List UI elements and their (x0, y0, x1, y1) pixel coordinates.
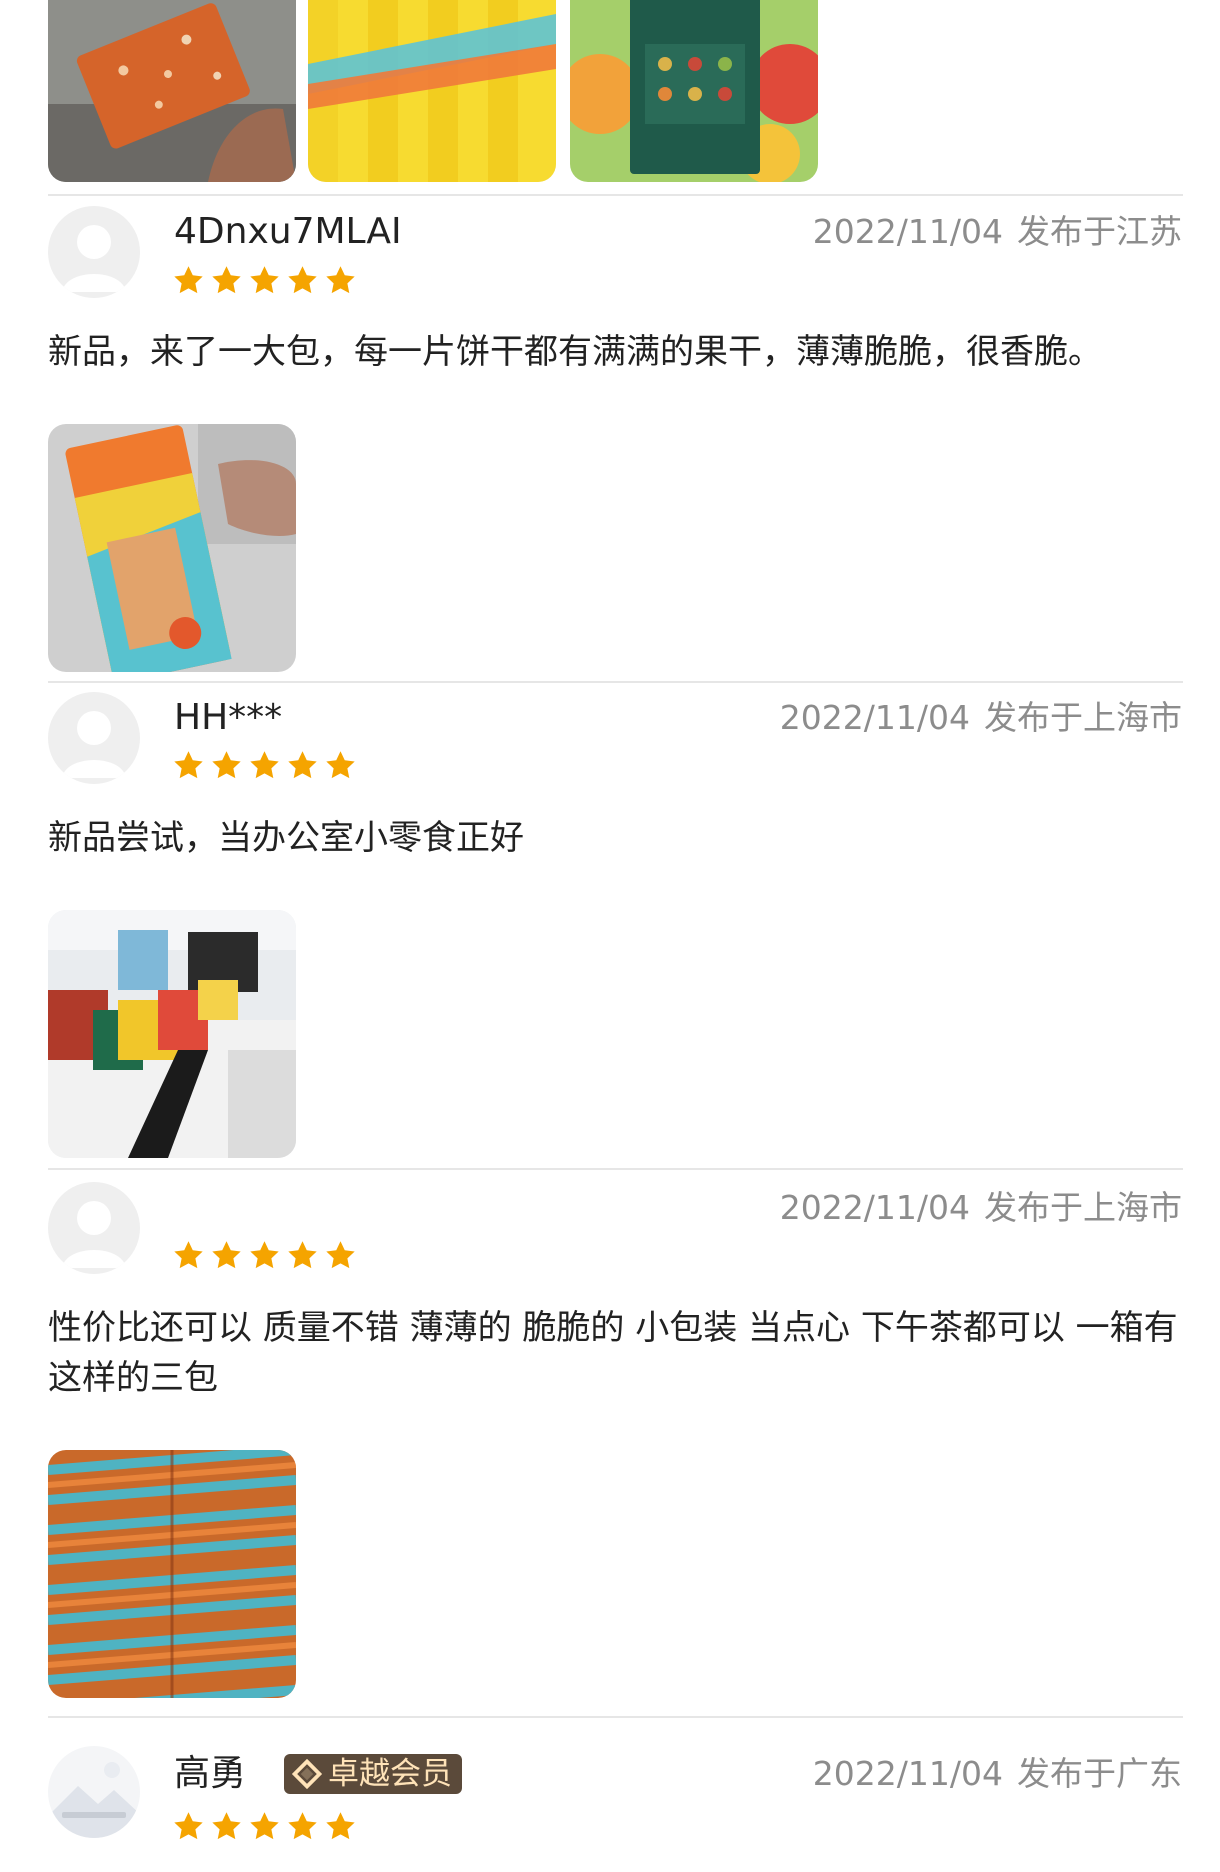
star-icon (286, 264, 319, 297)
avatar[interactable] (48, 1182, 140, 1274)
user-avatar-image (48, 1746, 140, 1838)
avatar[interactable] (48, 206, 140, 298)
star-icon (286, 749, 319, 782)
review-text: 新品尝试，当办公室小零食正好 (48, 818, 524, 858)
review-date: 2022/11/04 (779, 698, 970, 737)
star-rating (172, 749, 357, 782)
photo-office-snacks (48, 910, 296, 1158)
review-location: 发布于上海市 (984, 1188, 1182, 1227)
review-username[interactable]: 4Dnxu7MLAI (174, 210, 402, 254)
review-divider (48, 1168, 1183, 1170)
review-location: 发布于广东 (1017, 1754, 1182, 1793)
review-list: 4Dnxu7MLAI 2022/11/04 发布于江苏 新品，来了一大包，每一片饼… (0, 0, 1220, 1872)
review-photo-gift-box[interactable] (570, 0, 818, 182)
review-meta: 2022/11/04 发布于上海市 (780, 1186, 1182, 1230)
review-meta: 2022/11/04 发布于江苏 (813, 210, 1182, 254)
review-date: 2022/11/04 (812, 1754, 1003, 1793)
star-icon (248, 1810, 281, 1843)
default-avatar-icon (48, 692, 140, 784)
star-icon (248, 1239, 281, 1272)
star-icon (286, 1239, 319, 1272)
default-avatar-icon (48, 206, 140, 298)
default-avatar-icon (48, 1182, 140, 1274)
star-rating (172, 1239, 357, 1272)
review-username[interactable]: HH*** (174, 696, 282, 740)
star-icon (324, 1810, 357, 1843)
photo-biscuit-package (48, 424, 296, 672)
star-icon (172, 1239, 205, 1272)
diamond-icon (292, 1759, 322, 1789)
star-icon (172, 749, 205, 782)
review-divider (48, 194, 1183, 196)
review-photo-yellow-packets[interactable] (308, 0, 556, 182)
review-location: 发布于上海市 (984, 698, 1182, 737)
star-icon (210, 1810, 243, 1843)
review-meta: 2022/11/04 发布于广东 (813, 1752, 1182, 1796)
avatar[interactable] (48, 1746, 140, 1838)
member-badge: 卓越会员 (284, 1754, 462, 1794)
star-icon (324, 749, 357, 782)
star-rating (172, 264, 357, 297)
review-text: 新品，来了一大包，每一片饼干都有满满的果干，薄薄脆脆，很香脆。 (48, 332, 1102, 372)
review-divider (48, 1716, 1183, 1718)
review-location: 发布于江苏 (1017, 212, 1182, 251)
review-date: 2022/11/04 (812, 212, 1003, 251)
review-photo[interactable] (48, 1450, 296, 1698)
photo-packets-pile (48, 1450, 296, 1698)
review-photo[interactable] (48, 424, 296, 672)
star-icon (210, 264, 243, 297)
review-divider (48, 681, 1183, 683)
review-photo[interactable] (48, 910, 296, 1158)
star-icon (210, 1239, 243, 1272)
photo-gift-box (570, 0, 818, 182)
review-date: 2022/11/04 (779, 1188, 970, 1227)
photo-biscuit-in-hand (48, 0, 296, 182)
review-username[interactable]: 高勇 (174, 1752, 246, 1796)
star-icon (324, 1239, 357, 1272)
review-text: 性价比还可以 质量不错 薄薄的 脆脆的 小包装 当点心 下午茶都可以 一箱有这样… (48, 1308, 1178, 1398)
star-icon (248, 749, 281, 782)
member-badge-label: 卓越会员 (328, 1756, 452, 1792)
review-photo-biscuit-in-hand[interactable] (48, 0, 296, 182)
star-icon (172, 264, 205, 297)
avatar[interactable] (48, 692, 140, 784)
star-icon (172, 1810, 205, 1843)
star-icon (248, 264, 281, 297)
photo-yellow-packets (308, 0, 556, 182)
star-rating (172, 1810, 357, 1843)
star-icon (324, 264, 357, 297)
star-icon (286, 1810, 319, 1843)
star-icon (210, 749, 243, 782)
review-meta: 2022/11/04 发布于上海市 (780, 696, 1182, 740)
